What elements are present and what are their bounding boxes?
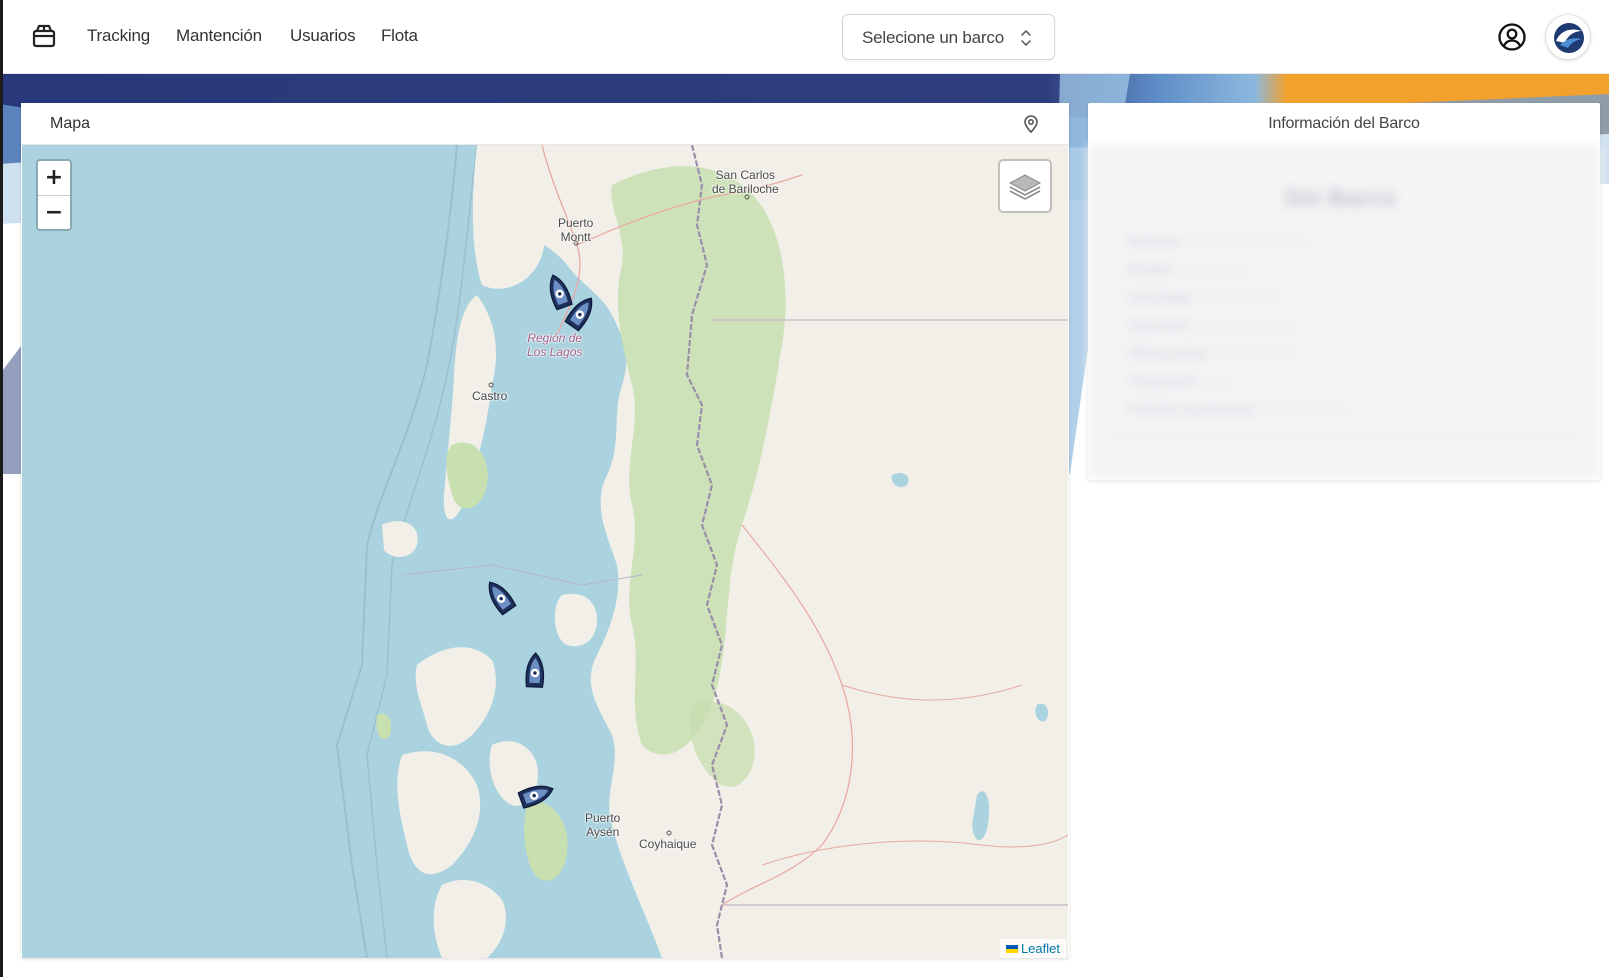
leaflet-link[interactable]: Leaflet [1021,941,1060,956]
place-label-puerto-montt-line1: Puerto [558,216,594,230]
place-label-puerto-aysen-line1: Puerto [585,811,621,825]
divider [1108,435,1580,436]
layers-icon [1008,174,1042,200]
layers-control-button[interactable] [998,159,1052,213]
boat-icon [525,652,545,688]
place-label-san-carlos-line1: San Carlos [715,168,776,182]
boat-select-value: Selecione un barco [862,28,1004,47]
place-label-puerto-aysen: Puerto Aysén [585,811,620,839]
ukraine-flag-icon [1005,945,1018,953]
package-box-icon[interactable] [30,22,58,50]
user-circle-icon[interactable] [1497,22,1527,52]
map-title: Mapa [50,115,91,132]
boat-info-body-blurred: Sin Barco Nombre: ————————— Estado: ————… [1088,145,1600,480]
boat-info-line: Próxima mantención: —————— [1128,401,1348,417]
place-label-puerto-aysen-line2: Aysén [586,825,620,839]
avatar[interactable] [1545,14,1591,60]
nav-link-mantencion[interactable]: Mantención [176,26,262,46]
map-tiles [22,145,1068,958]
place-label-region-los-lagos: Región de Los Lagos [527,331,582,359]
nav-link-usuarios[interactable]: Usuarios [290,26,356,46]
zoom-control: + − [36,159,72,231]
zoom-in-button[interactable]: + [38,161,70,195]
chevron-up-down-icon [1019,27,1033,49]
boat-select[interactable]: Selecione un barco [842,14,1055,60]
place-label-coyhaique: Coyhaique [639,837,697,851]
boat-info-line: Última señal: —————— [1128,345,1297,361]
place-label-puerto-montt-line2: Montt [560,230,591,244]
boat-info-line: Estado: ————— [1128,261,1250,277]
map-canvas[interactable]: San Carlos de Bariloche Puerto Montt Reg… [22,145,1068,958]
boat-info-line: Nombre: ————————— [1128,233,1312,249]
nav-link-tracking[interactable]: Tracking [87,26,150,46]
boat-info-title: Información del Barco [1268,115,1420,132]
map-pin-icon[interactable] [1021,114,1041,134]
map-card: Mapa San Carlos de Bariloche Puerto Mont… [21,103,1069,958]
boat-marker[interactable] [514,650,555,691]
boat-info-line: Velocidad: —————— [1128,289,1281,305]
place-label-castro: Castro [472,389,508,403]
boat-info-line: Ubicación: ——————— [1128,317,1296,333]
place-label-puerto-montt: Puerto Montt [558,216,593,244]
window-left-edge [0,0,3,977]
place-label-region-line2: Los Lagos [527,345,583,359]
place-label-san-carlos-line2: de Bariloche [712,182,779,196]
nav-link-flota[interactable]: Flota [381,26,418,46]
map-card-header: Mapa [21,103,1069,145]
boat-info-line: Tripulación: —— [1128,373,1232,389]
zoom-out-button[interactable]: − [38,195,70,229]
top-navigation-bar: Tracking Mantención Usuarios Flota Selec… [0,0,1609,74]
boat-info-card: Información del Barco Sin Barco Nombre: … [1088,103,1600,480]
map-attribution[interactable]: Leaflet [999,939,1066,958]
company-logo-icon [1554,23,1584,53]
boat-info-heading: Sin Barco [1284,185,1397,212]
place-label-san-carlos: San Carlos de Bariloche [712,168,779,196]
